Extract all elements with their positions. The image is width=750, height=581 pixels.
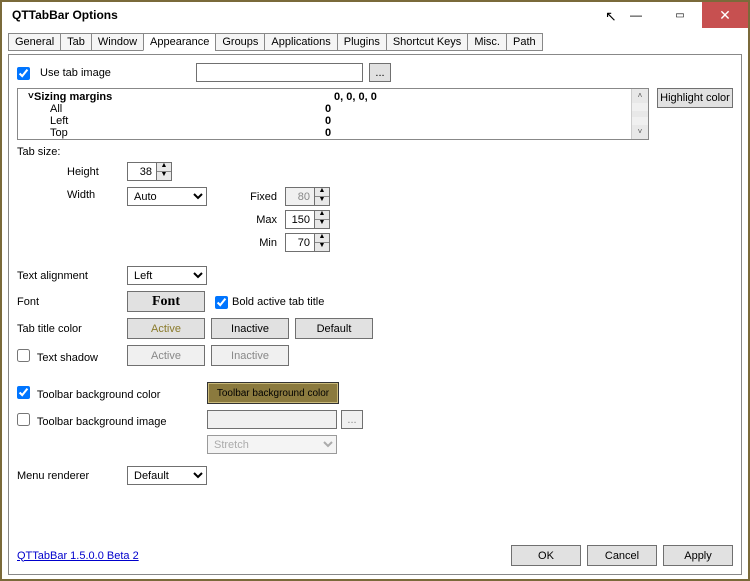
margin-row[interactable]: Left0 (22, 115, 627, 127)
min-stepper[interactable]: ▲▼ (285, 233, 330, 252)
fixed-label: Fixed (237, 191, 277, 203)
fixed-stepper[interactable]: ▲▼ (285, 187, 330, 206)
min-label: Min (237, 237, 277, 249)
window-title: QTTabBar Options (2, 8, 118, 22)
width-label: Width (67, 187, 127, 201)
tab-plugins[interactable]: Plugins (337, 33, 387, 51)
minimize-button[interactable]: — (614, 2, 658, 28)
tab-tab[interactable]: Tab (60, 33, 92, 51)
max-label: Max (237, 214, 277, 226)
tab-path[interactable]: Path (506, 33, 543, 51)
highlight-color-button[interactable]: Highlight color (657, 88, 733, 108)
use-tab-image-checkbox[interactable] (17, 67, 30, 80)
apply-button[interactable]: Apply (663, 545, 733, 566)
tab-applications[interactable]: Applications (264, 33, 337, 51)
toolbar-bg-image-checkbox[interactable] (17, 413, 30, 426)
tab-title-active-button[interactable]: Active (127, 318, 205, 339)
fixed-input (285, 187, 315, 206)
min-input[interactable] (285, 233, 315, 252)
toolbar-bg-color-swatch[interactable]: Toolbar background color (207, 382, 339, 404)
scroll-up-icon[interactable]: ˄ (632, 89, 648, 103)
toolbar-bg-image-browse-button: ... (341, 410, 363, 429)
list-scrollbar[interactable]: ˄ ˅ (631, 89, 648, 139)
height-stepper[interactable]: ▲▼ (127, 162, 172, 181)
menu-renderer-select[interactable]: Default (127, 466, 207, 485)
bold-active-checkbox[interactable] (215, 296, 228, 309)
use-tab-image-path[interactable] (196, 63, 363, 82)
text-alignment-select[interactable]: Left (127, 266, 207, 285)
maximize-button[interactable]: ▭ (658, 2, 702, 28)
width-select[interactable]: Auto (127, 187, 207, 206)
use-tab-image-label: Use tab image (40, 67, 190, 79)
scroll-down-icon[interactable]: ˅ (632, 125, 648, 139)
toolbar-bg-image-mode-select: Stretch (207, 435, 337, 454)
appearance-page: Use tab image ... Sizing margins 0, 0, 0… (8, 54, 742, 575)
scroll-thumb[interactable] (632, 111, 648, 117)
toolbar-bg-image-label: Toolbar background image (37, 416, 167, 428)
use-tab-image-browse-button[interactable]: ... (369, 63, 391, 82)
tab-general[interactable]: General (8, 33, 61, 51)
sizing-margins-list[interactable]: Sizing margins 0, 0, 0, 0 All0Left0Top0 … (17, 88, 649, 140)
text-shadow-checkbox[interactable] (17, 349, 30, 362)
margin-row[interactable]: Top0 (22, 127, 627, 139)
font-button[interactable]: Font (127, 291, 205, 312)
tab-size-label: Tab size: (17, 146, 733, 158)
text-alignment-label: Text alignment (17, 270, 127, 282)
close-button[interactable]: ✕ (702, 2, 748, 28)
version-link[interactable]: QTTabBar 1.5.0.0 Beta 2 (17, 550, 139, 562)
toolbar-bg-color-checkbox[interactable] (17, 386, 30, 399)
tab-groups[interactable]: Groups (215, 33, 265, 51)
text-shadow-active-button: Active (127, 345, 205, 366)
ok-button[interactable]: OK (511, 545, 581, 566)
toolbar-bg-color-label: Toolbar background color (37, 389, 161, 401)
tab-window[interactable]: Window (91, 33, 144, 51)
tab-shortcutkeys[interactable]: Shortcut Keys (386, 33, 468, 51)
height-input[interactable] (127, 162, 157, 181)
tab-title-inactive-button[interactable]: Inactive (211, 318, 289, 339)
height-label: Height (67, 166, 127, 178)
margin-row[interactable]: All0 (22, 103, 627, 115)
tab-misc[interactable]: Misc. (467, 33, 507, 51)
tab-title-default-button[interactable]: Default (295, 318, 373, 339)
bold-active-label: Bold active tab title (232, 296, 324, 308)
toolbar-bg-image-path (207, 410, 337, 429)
tab-appearance[interactable]: Appearance (143, 33, 216, 51)
text-shadow-label: Text shadow (37, 352, 98, 364)
menu-renderer-label: Menu renderer (17, 470, 127, 482)
max-input[interactable] (285, 210, 315, 229)
margins-header-value: 0, 0, 0, 0 (334, 91, 377, 103)
tab-title-color-label: Tab title color (17, 323, 127, 335)
max-stepper[interactable]: ▲▼ (285, 210, 330, 229)
titlebar: QTTabBar Options — ▭ ✕ (2, 2, 748, 29)
font-label: Font (17, 296, 127, 308)
cancel-button[interactable]: Cancel (587, 545, 657, 566)
margins-header-name: Sizing margins (34, 91, 334, 103)
tab-strip: GeneralTabWindowAppearanceGroupsApplicat… (8, 32, 742, 50)
text-shadow-inactive-button: Inactive (211, 345, 289, 366)
